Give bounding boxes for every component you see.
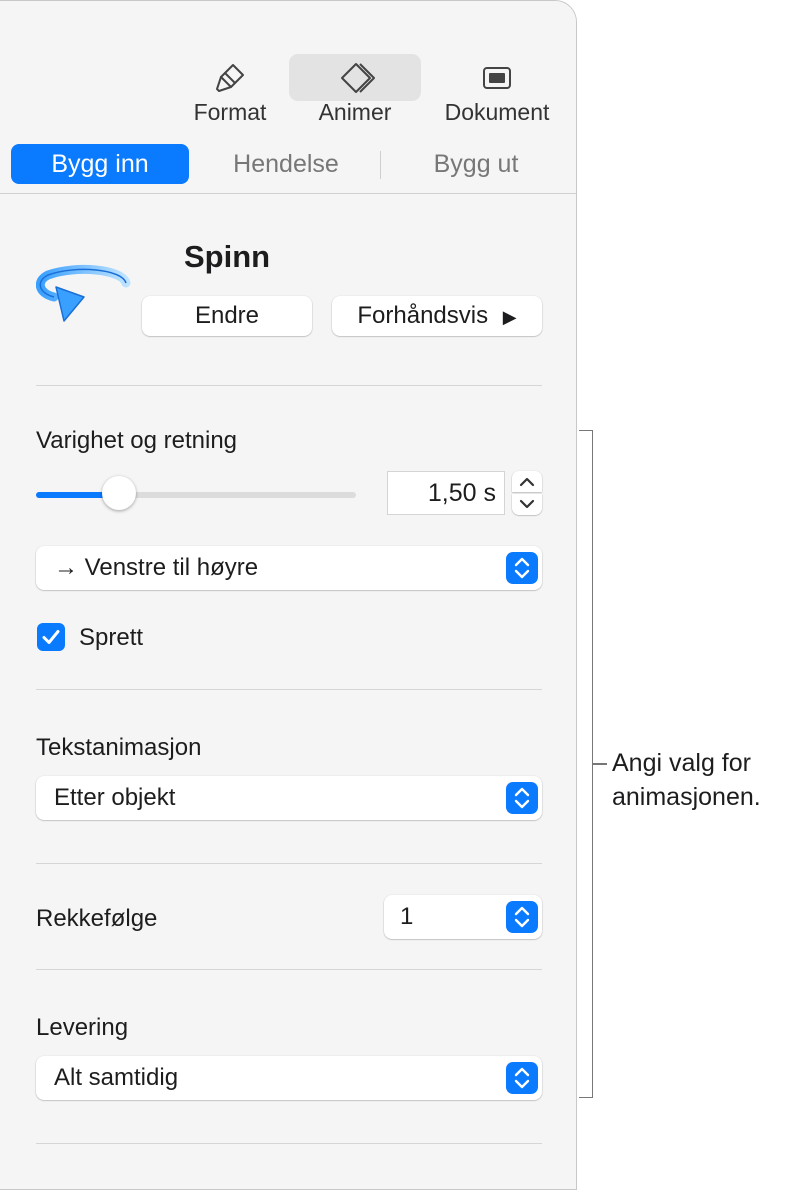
format-button[interactable]: Format: [185, 53, 275, 129]
duration-slider[interactable]: [36, 492, 356, 498]
callout-line-2: animasjonen.: [612, 783, 761, 811]
delivery-label: Levering: [36, 1014, 129, 1041]
animate-diamond-icon: [338, 61, 375, 95]
text-animation-popup[interactable]: Etter objekt: [36, 776, 542, 820]
duration-stepper[interactable]: [512, 471, 542, 515]
duration-field[interactable]: 1,50 s: [387, 471, 505, 515]
callout-line-1: Angi valg for: [612, 749, 751, 777]
animate-button[interactable]: Animer: [300, 53, 410, 129]
tab-action[interactable]: Hendelse: [196, 144, 376, 184]
play-icon: ▶: [502, 307, 517, 327]
chevron-down-icon: [519, 499, 535, 509]
chevron-up-icon: [519, 477, 535, 487]
change-effect-button[interactable]: Endre: [142, 296, 312, 336]
text-animation-label: Tekstanimasjon: [36, 734, 202, 761]
popup-chevrons-icon: [506, 1062, 538, 1094]
divider: [36, 1143, 542, 1144]
text-animation-value: Etter objekt: [54, 784, 176, 811]
callout-leader: [593, 763, 607, 765]
document-button[interactable]: Dokument: [434, 53, 560, 129]
divider: [36, 969, 542, 970]
duration-slider-knob[interactable]: [102, 476, 137, 510]
delivery-popup[interactable]: Alt samtidig: [36, 1056, 542, 1100]
tab-build-in[interactable]: Bygg inn: [11, 144, 189, 184]
popup-chevrons-icon: [506, 552, 538, 584]
duration-direction-label: Varighet og retning: [36, 427, 238, 454]
preview-label: Forhåndsvis: [357, 302, 489, 329]
popup-chevrons-icon: [506, 782, 538, 814]
preview-button[interactable]: Forhåndsvis ▶: [332, 296, 542, 336]
divider: [36, 689, 542, 690]
direction-value: → Venstre til høyre: [54, 554, 259, 581]
divider: [36, 863, 542, 864]
order-value: 1: [400, 903, 414, 930]
checkmark-icon: [42, 630, 60, 644]
animate-label: Animer: [318, 99, 392, 125]
bounce-checkbox[interactable]: [37, 623, 65, 651]
document-label: Dokument: [444, 99, 550, 125]
spin-effect-icon: [35, 263, 132, 329]
stepper-up-button[interactable]: [512, 471, 542, 492]
inspector-toolbar: Format Animer Dokument: [0, 1, 576, 136]
effect-name: Spinn: [184, 239, 271, 274]
tab-build-out[interactable]: Bygg ut: [386, 144, 566, 184]
order-label: Rekkefølge: [36, 905, 158, 932]
document-icon: [480, 61, 514, 95]
stepper-down-button[interactable]: [512, 494, 542, 515]
delivery-value: Alt samtidig: [54, 1064, 179, 1091]
divider: [36, 385, 542, 386]
paintbrush-icon: [213, 61, 247, 95]
format-label: Format: [193, 99, 267, 125]
popup-chevrons-icon: [506, 901, 538, 933]
bounce-label: Sprett: [79, 624, 144, 651]
build-tabs: Bygg inn Hendelse Bygg ut: [0, 135, 576, 194]
inspector-panel: Format Animer Dokument Bygg inn Hendelse…: [0, 0, 577, 1190]
callout-text: Angi valg for animasjonen.: [612, 746, 761, 814]
order-popup[interactable]: 1: [384, 895, 542, 939]
direction-popup[interactable]: → Venstre til høyre: [36, 546, 542, 590]
callout-bracket: [579, 430, 593, 1098]
tab-separator: [380, 151, 381, 179]
